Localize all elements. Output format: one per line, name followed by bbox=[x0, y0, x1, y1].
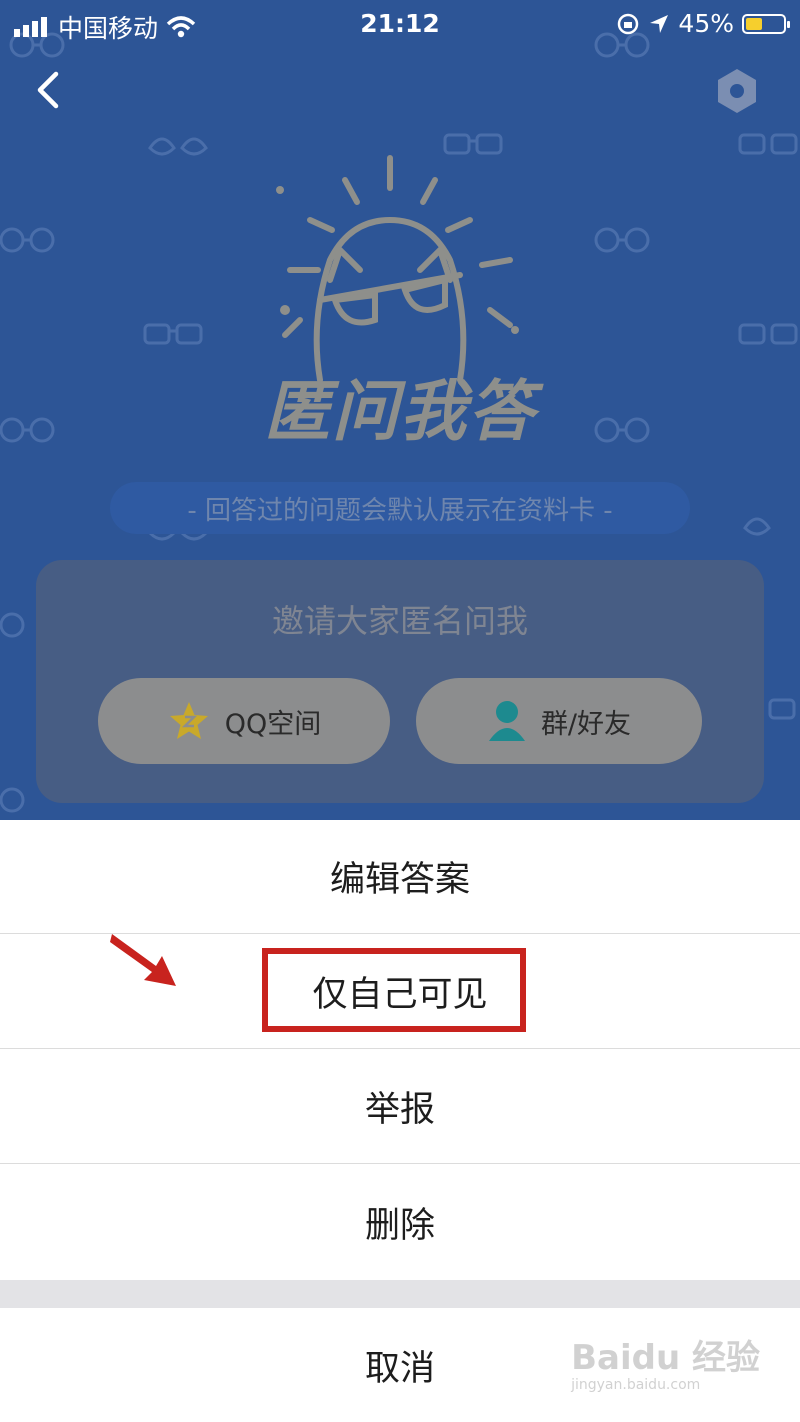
watermark-brand: Baidu 经验 bbox=[571, 1338, 760, 1378]
location-icon bbox=[650, 14, 669, 33]
qq-zone-label: QQ空间 bbox=[224, 708, 322, 740]
baidu-watermark: Baidu 经验 jingyan.baidu.com bbox=[571, 1330, 760, 1393]
status-right: 45% bbox=[616, 9, 790, 38]
qq-zone-star-icon bbox=[169, 702, 208, 739]
user-icon bbox=[488, 701, 525, 741]
invite-title: 邀请大家匿名问我 bbox=[271, 602, 528, 640]
share-qq-zone-button[interactable]: QQ空间 bbox=[98, 678, 390, 764]
red-arrow-icon bbox=[110, 934, 176, 986]
status-bar: 中国移动 21:12 45% bbox=[0, 0, 800, 48]
report-option[interactable]: 举报 bbox=[0, 1050, 800, 1164]
group-friends-label: 群/好友 bbox=[540, 708, 632, 740]
delete-option[interactable]: 删除 bbox=[0, 1165, 800, 1279]
battery-percent: 45% bbox=[678, 9, 734, 38]
edit-answer-option[interactable]: 编辑答案 bbox=[0, 820, 800, 934]
profile-card-tip: - 回答过的问题会默认展示在资料卡 - bbox=[110, 482, 690, 534]
sheet-divider bbox=[0, 1280, 800, 1308]
battery-fill bbox=[746, 17, 763, 30]
rotation-lock-icon bbox=[618, 13, 639, 34]
invite-card: 邀请大家匿名问我 QQ空间 群/好友 bbox=[36, 560, 764, 803]
app-background: 中国移动 21:12 45% 匿问我答 - 回答过的问题会默认展示在资料卡 - … bbox=[0, 0, 800, 820]
logo-title: 匿问我答 bbox=[264, 373, 536, 450]
chevron-left-icon[interactable] bbox=[28, 68, 72, 112]
gear-icon[interactable] bbox=[712, 66, 762, 116]
watermark-url: jingyan.baidu.com bbox=[571, 1377, 701, 1393]
highlight-box bbox=[262, 948, 526, 1032]
battery-icon bbox=[742, 13, 790, 34]
share-group-friends-button[interactable]: 群/好友 bbox=[416, 678, 702, 764]
